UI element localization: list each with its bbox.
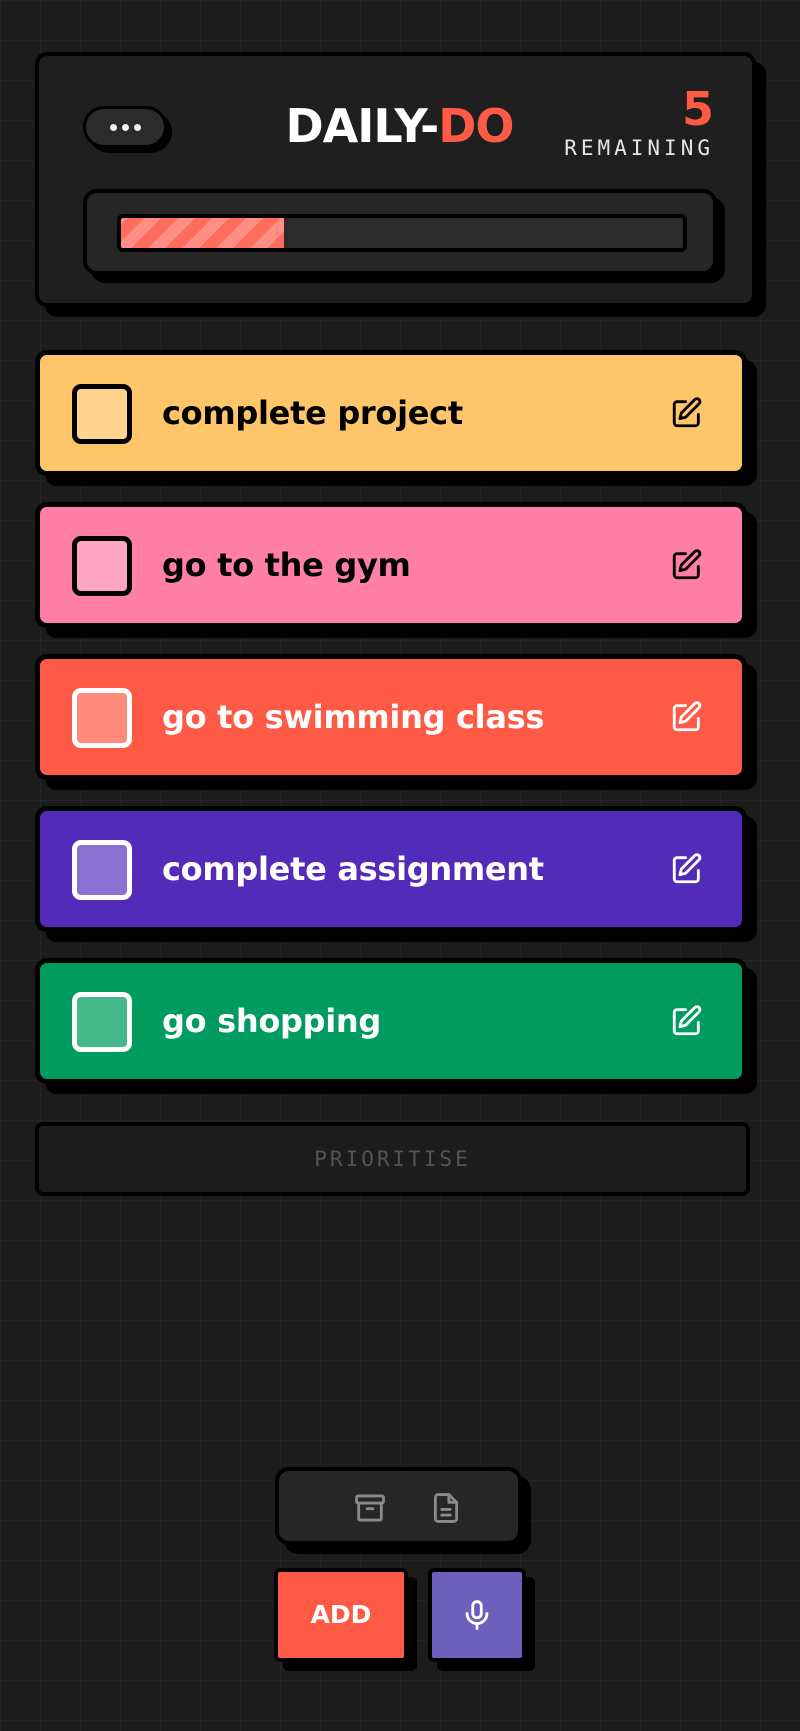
task-checkbox[interactable] (72, 992, 132, 1052)
more-dot (121, 123, 129, 131)
task-checkbox[interactable] (72, 384, 132, 444)
task-checkbox[interactable] (72, 688, 132, 748)
remaining-count: 5 (681, 82, 714, 136)
progress-fill (121, 218, 284, 248)
menu-button[interactable] (83, 106, 167, 148)
edit-icon[interactable] (670, 396, 704, 430)
edit-icon[interactable] (670, 548, 704, 582)
remaining-counter: 5 REMAINING (564, 84, 714, 160)
header-card: DAILY-DO 5 REMAINING (35, 52, 756, 307)
remaining-label: REMAINING (564, 136, 714, 160)
task-item[interactable]: complete assignment (35, 806, 747, 932)
more-horizontal-icon (109, 123, 117, 131)
progress-bar (117, 214, 687, 252)
edit-icon[interactable] (670, 1004, 704, 1038)
app-title-accent: DO (438, 99, 514, 153)
task-label: go to swimming class (162, 698, 545, 736)
mic-button[interactable] (428, 1568, 526, 1662)
task-label: go shopping (162, 1002, 382, 1040)
app-title-main: DAILY- (285, 99, 440, 153)
task-checkbox[interactable] (72, 840, 132, 900)
archive-icon[interactable] (353, 1491, 387, 1525)
mic-icon (460, 1598, 494, 1632)
task-label: complete project (162, 394, 463, 432)
task-item[interactable]: go to swimming class (35, 654, 747, 780)
task-checkbox[interactable] (72, 536, 132, 596)
task-list: complete project go to the gym go to swi… (35, 350, 747, 1110)
progress-panel (83, 189, 717, 275)
more-dot (133, 123, 141, 131)
task-label: complete assignment (162, 850, 544, 888)
task-item[interactable]: complete project (35, 350, 747, 476)
task-item[interactable]: go shopping (35, 958, 747, 1084)
prioritise-button[interactable]: PRIORITISE (35, 1122, 750, 1196)
notes-icon[interactable] (429, 1491, 463, 1525)
edit-icon[interactable] (670, 852, 704, 886)
task-item[interactable]: go to the gym (35, 502, 747, 628)
tool-tray (275, 1467, 522, 1545)
task-label: go to the gym (162, 546, 411, 584)
add-button[interactable]: ADD (274, 1568, 408, 1662)
edit-icon[interactable] (670, 700, 704, 734)
